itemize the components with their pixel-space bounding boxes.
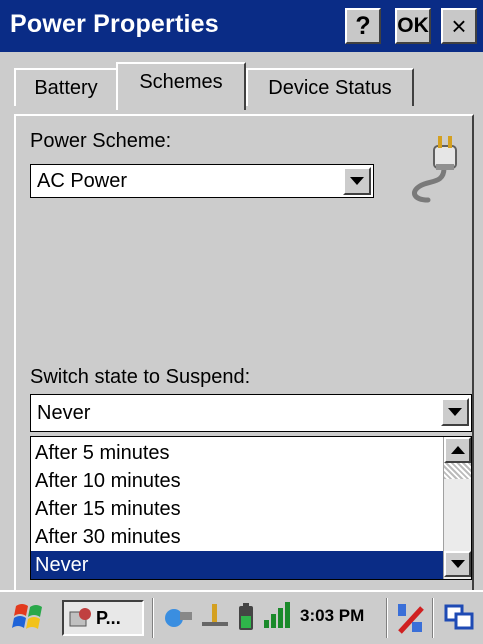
suspend-value: Never bbox=[37, 401, 91, 424]
taskbar-divider bbox=[152, 598, 154, 638]
tab-device-status[interactable]: Device Status bbox=[246, 68, 414, 106]
network-icon[interactable] bbox=[164, 602, 194, 630]
title-bar: Power Properties ? OK × bbox=[0, 0, 483, 52]
scroll-up-button[interactable] bbox=[444, 437, 471, 463]
taskbar: P... 3:03 PM bbox=[0, 590, 483, 644]
close-button[interactable]: × bbox=[441, 8, 477, 44]
tab-strip: Battery Schemes Device Status bbox=[0, 52, 483, 114]
help-button[interactable]: ? bbox=[345, 8, 381, 44]
clock[interactable]: 3:03 PM bbox=[300, 606, 364, 626]
suspend-select[interactable]: Never bbox=[30, 394, 472, 432]
tab-battery[interactable]: Battery bbox=[14, 68, 118, 106]
list-item[interactable]: After 30 minutes bbox=[31, 523, 443, 551]
app-icon bbox=[69, 608, 91, 627]
suspend-dropdown-list[interactable]: After 5 minutes After 10 minutes After 1… bbox=[30, 436, 472, 580]
scrollbar[interactable] bbox=[443, 437, 471, 579]
windows-icon[interactable] bbox=[444, 602, 474, 632]
battery-icon[interactable] bbox=[236, 602, 256, 632]
list-item[interactable]: After 15 minutes bbox=[31, 495, 443, 523]
list-item[interactable]: After 5 minutes bbox=[31, 439, 443, 467]
signal-strength-icon[interactable] bbox=[262, 602, 292, 630]
chevron-down-icon[interactable] bbox=[343, 167, 371, 195]
power-scheme-value: AC Power bbox=[37, 169, 128, 192]
tab-schemes[interactable]: Schemes bbox=[116, 62, 246, 110]
window-title: Power Properties bbox=[10, 10, 219, 38]
power-plug-icon bbox=[412, 136, 457, 203]
taskbar-divider bbox=[432, 598, 434, 638]
ok-button[interactable]: OK bbox=[395, 8, 431, 44]
power-scheme-label: Power Scheme: bbox=[30, 130, 172, 152]
taskbar-app-button[interactable]: P... bbox=[62, 600, 144, 636]
scroll-down-button[interactable] bbox=[444, 551, 471, 577]
scroll-thumb[interactable] bbox=[444, 463, 471, 479]
list-item-selected[interactable]: Never bbox=[31, 551, 443, 579]
start-icon[interactable] bbox=[12, 600, 46, 634]
taskbar-divider bbox=[386, 598, 388, 638]
chevron-down-icon[interactable] bbox=[441, 398, 469, 426]
power-plug-icon[interactable] bbox=[200, 602, 230, 630]
suspend-label: Switch state to Suspend: bbox=[30, 366, 251, 388]
power-scheme-select[interactable]: AC Power bbox=[30, 164, 374, 198]
list-item[interactable]: After 10 minutes bbox=[31, 467, 443, 495]
taskbar-app-label: P... bbox=[96, 607, 121, 628]
input-panel-icon[interactable] bbox=[394, 602, 426, 634]
